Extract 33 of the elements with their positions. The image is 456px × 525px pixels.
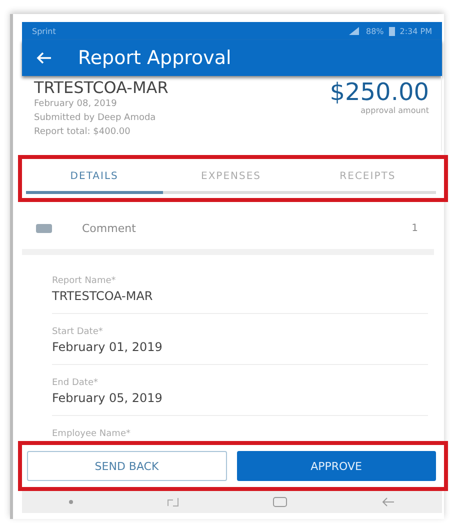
tab[interactable]: DETAILS [26,159,163,194]
comment-label: Comment [82,222,137,235]
battery-icon [388,26,395,36]
field-label: End Date* [52,378,99,388]
recent-apps-icon[interactable] [167,497,179,507]
approve-button[interactable]: APPROVE [236,451,436,481]
field-value: February 01, 2019 [52,340,164,354]
send-back-button[interactable]: SEND BACK [27,451,226,481]
field-label: Employee Name* [52,429,132,439]
dot-icon[interactable] [69,500,73,504]
report-name: TRTESTCOA-MAR [34,78,168,97]
field-value: TRTESTCOA-MAR [52,289,154,303]
amount-caption: approval amount [360,106,429,115]
field-label: Report Name* [52,276,117,286]
comment-count: 1 [412,223,418,234]
report-total: Report total: $400.00 [34,126,132,139]
tab[interactable]: EXPENSES [162,159,300,194]
approval-amount: $250.00 [330,78,429,106]
field-value: February 05, 2019 [52,391,164,405]
battery-level: 88% [366,26,384,36]
screen-title: Report Approval [78,47,232,69]
back-icon[interactable] [381,497,395,507]
clock-time: 2:34 PM [400,26,432,36]
tab[interactable]: RECEIPTS [299,159,436,194]
home-icon[interactable] [273,497,287,507]
carrier-name: Sprint [32,26,56,36]
submitter-text: Submitted by Deep Amoda [34,112,157,125]
back-arrow-icon[interactable] [36,52,52,64]
signal-icon [348,27,361,35]
comment-icon [36,224,52,233]
comment-row[interactable]: Comment 1 [22,208,434,255]
field-label: Start Date* [52,327,104,337]
report-date: February 08, 2019 [34,98,118,111]
